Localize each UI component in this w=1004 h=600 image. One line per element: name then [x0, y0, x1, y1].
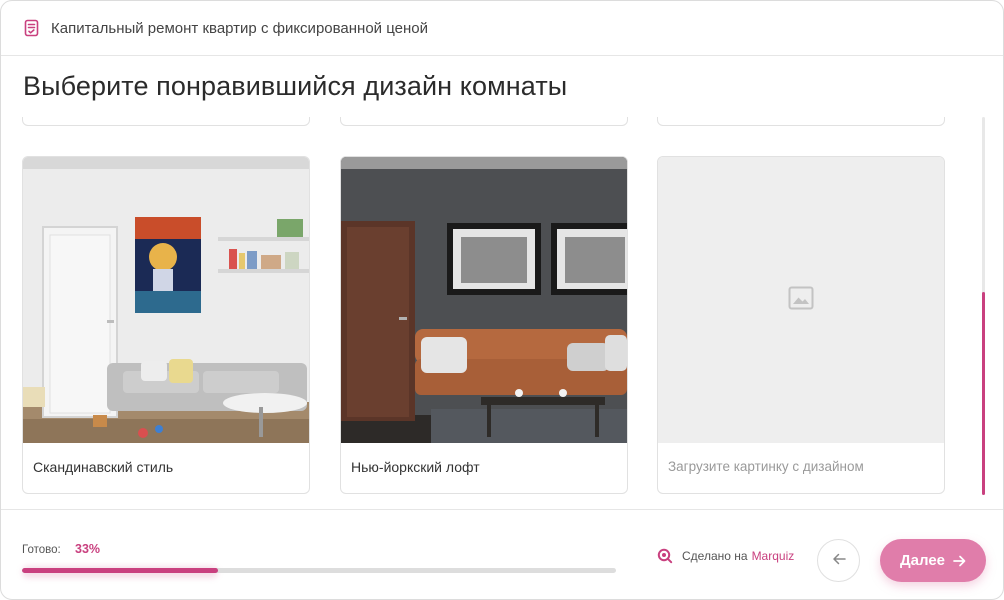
- image-placeholder-icon: [788, 286, 814, 315]
- scrollbar-thumb[interactable]: [982, 292, 985, 495]
- marquiz-logo-icon: [657, 548, 673, 564]
- back-button[interactable]: [817, 539, 860, 582]
- option-label: Скандинавский стиль: [33, 459, 174, 475]
- scandinavian-living-room-photo: [23, 157, 309, 443]
- option-label: Загрузите картинку с дизайном: [668, 459, 864, 474]
- progress-label: Готово:: [22, 544, 61, 556]
- quiz-window: Капитальный ремонт квартир с фиксированн…: [0, 0, 1004, 600]
- image-placeholder: [658, 157, 944, 443]
- new-york-loft-living-room-photo: [341, 157, 627, 443]
- footer: Готово: 33% Сделано на Marquiz Далее: [1, 509, 1003, 599]
- question-title: Выберите понравившийся дизайн комнаты: [23, 71, 568, 101]
- arrow-left-icon: [832, 552, 846, 570]
- option-label: Нью-йоркский лофт: [351, 459, 480, 475]
- option-card-previous[interactable]: [340, 117, 628, 126]
- next-button-label: Далее: [899, 552, 946, 569]
- checklist-icon: [23, 19, 41, 37]
- next-button[interactable]: Далее: [880, 539, 986, 582]
- quiz-title: Капитальный ремонт квартир с фиксированн…: [51, 19, 428, 37]
- progress-value: 33%: [75, 542, 101, 556]
- top-bar: Капитальный ремонт квартир с фиксированн…: [1, 1, 1003, 56]
- option-card-previous[interactable]: [22, 117, 310, 126]
- arrow-right-icon: [953, 555, 966, 567]
- options-scroll-area[interactable]: Скандинавский стиль Нью-йоркский лофт За…: [1, 117, 1003, 509]
- progress-bar: [22, 568, 616, 573]
- option-card-previous[interactable]: [657, 117, 945, 126]
- made-by-brand[interactable]: Marquiz: [752, 549, 795, 563]
- made-by-text: Сделано на: [682, 549, 748, 563]
- made-by-link[interactable]: Сделано на Marquiz: [657, 548, 794, 564]
- option-card-new-york-loft[interactable]: Нью-йоркский лофт: [340, 156, 628, 494]
- option-card-scandinavian[interactable]: Скандинавский стиль: [22, 156, 310, 494]
- option-card-upload[interactable]: Загрузите картинку с дизайном: [657, 156, 945, 494]
- progress-fill: [22, 568, 218, 573]
